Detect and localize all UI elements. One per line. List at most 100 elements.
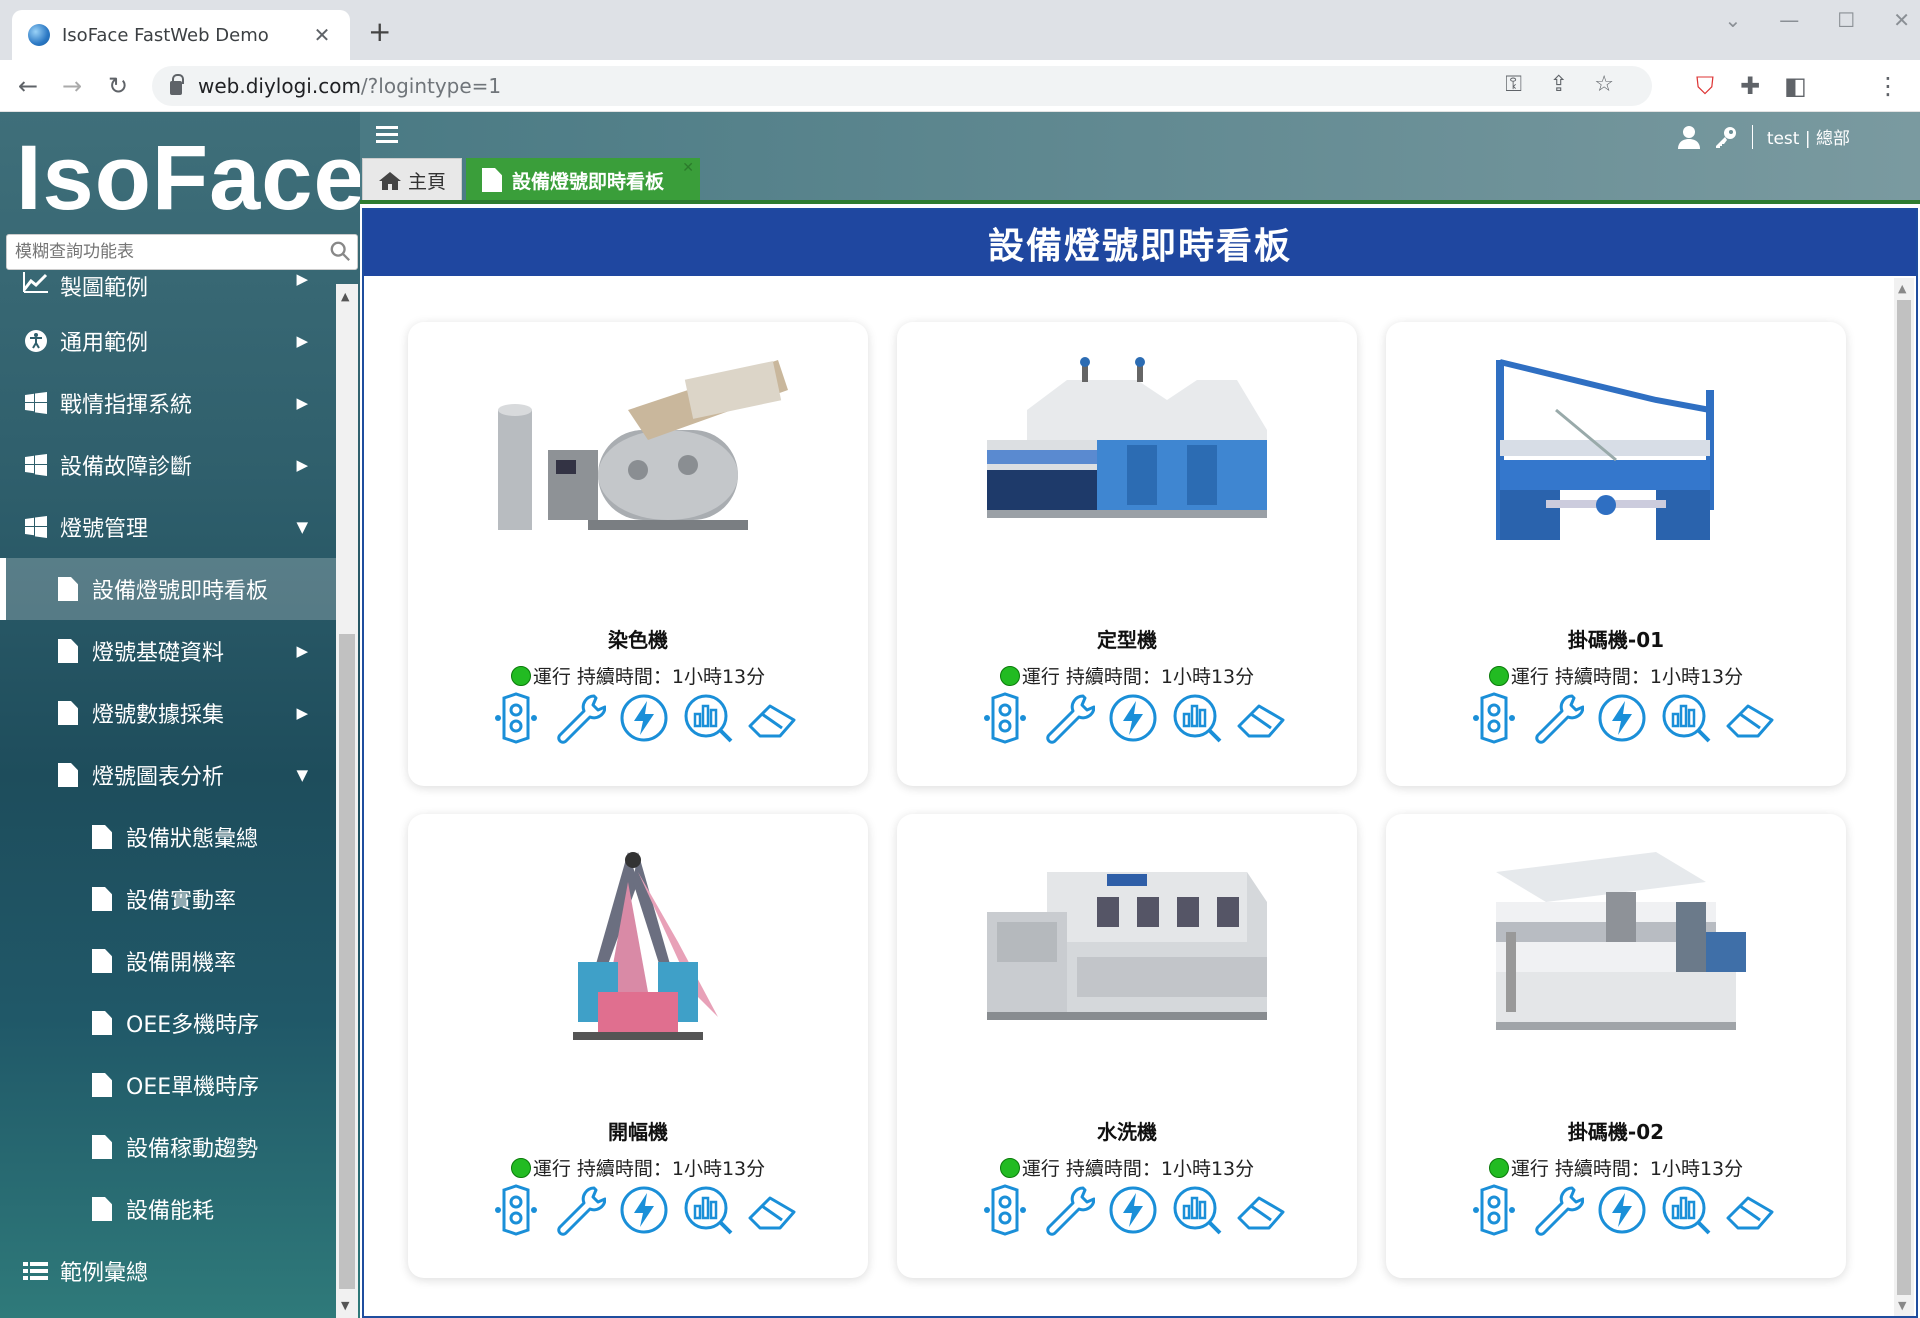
- power-bolt-icon[interactable]: [1596, 692, 1648, 744]
- sidebar-item-light-management[interactable]: 燈號管理 ▼: [0, 496, 336, 558]
- sidebar-item-light-chart-analysis[interactable]: 燈號圖表分析 ▼: [0, 744, 336, 806]
- machine-card[interactable]: 開幅機 運行 持續時間：1小時13分: [408, 814, 868, 1278]
- hamburger-menu-icon[interactable]: [376, 126, 398, 144]
- scroll-down-arrow-icon[interactable]: ▼: [341, 1299, 349, 1312]
- browser-tab[interactable]: IsoFace FastWeb Demo ✕: [12, 10, 350, 60]
- user-label[interactable]: test | 總部: [1767, 124, 1850, 149]
- scroll-up-arrow-icon[interactable]: ▲: [1898, 282, 1906, 295]
- key-icon[interactable]: [1714, 125, 1738, 149]
- gear-chain-icon[interactable]: [979, 692, 1031, 744]
- sidebar-item-label: 設備故障診斷: [60, 455, 193, 480]
- gear-chain-icon[interactable]: [979, 1184, 1031, 1236]
- power-bolt-icon[interactable]: [1596, 1184, 1648, 1236]
- sidebar-item-example-summary[interactable]: 範例彙總: [0, 1240, 336, 1302]
- chart-analysis-icon[interactable]: [682, 692, 734, 744]
- caret-right-icon: ▶: [296, 332, 308, 350]
- minimize-icon[interactable]: —: [1779, 8, 1799, 32]
- sidebar-scrollbar[interactable]: ▲ ▼: [336, 284, 358, 1318]
- search-icon[interactable]: [329, 240, 351, 262]
- chart-analysis-icon[interactable]: [682, 1184, 734, 1236]
- gear-chain-icon[interactable]: [490, 1184, 542, 1236]
- eraser-icon[interactable]: [1235, 1184, 1287, 1236]
- sidebar-item-power-on-rate[interactable]: 設備開機率: [0, 930, 336, 992]
- key-icon[interactable]: ⚿: [1505, 72, 1522, 97]
- scroll-down-arrow-icon[interactable]: ▼: [1898, 1299, 1906, 1312]
- sidebar-item-command-system[interactable]: 戰情指揮系統 ▶: [0, 372, 336, 434]
- sidebar-item-realtime-board[interactable]: 設備燈號即時看板: [0, 558, 336, 620]
- wrench-icon[interactable]: [1043, 1184, 1095, 1236]
- eraser-icon[interactable]: [746, 1184, 798, 1236]
- sidebar-item-fault-diagnosis[interactable]: 設備故障診斷 ▶: [0, 434, 336, 496]
- sidebar-menu: 製圖範例 ▶ 通用範例 ▶ 戰情指揮系統 ▶ 設備故障診斷 ▶ 燈號管理 ▼ 設備燈號即時…: [0, 270, 336, 1302]
- share-icon[interactable]: ⇪: [1550, 72, 1568, 97]
- chart-analysis-icon[interactable]: [1171, 692, 1223, 744]
- machine-name: 水洗機: [1097, 1120, 1157, 1144]
- sidebar-item-label: 設備實動率: [126, 889, 237, 914]
- gear-chain-icon[interactable]: [1468, 692, 1520, 744]
- close-tab-icon[interactable]: ✕: [682, 160, 694, 176]
- eraser-icon[interactable]: [746, 692, 798, 744]
- sidebar-item-activity-trend[interactable]: 設備稼動趨勢: [0, 1116, 336, 1178]
- menu-search-input[interactable]: [7, 235, 307, 269]
- caret-right-icon: ▶: [296, 270, 308, 288]
- wrench-icon[interactable]: [554, 1184, 606, 1236]
- forward-icon[interactable]: →: [62, 70, 82, 102]
- status-light: [999, 1157, 1020, 1178]
- wrench-icon[interactable]: [1532, 692, 1584, 744]
- maximize-icon[interactable]: ☐: [1837, 8, 1855, 32]
- address-bar[interactable]: web.diylogi.com/?logintype=1 ⚿ ⇪ ☆: [152, 66, 1652, 106]
- wrench-icon[interactable]: [554, 692, 606, 744]
- sidebar-item-light-data-collection[interactable]: 燈號數據採集 ▶: [0, 682, 336, 744]
- machine-card[interactable]: 水洗機 運行 持續時間：1小時13分: [897, 814, 1357, 1278]
- new-tab-button[interactable]: +: [368, 18, 391, 46]
- wrench-icon[interactable]: [1532, 1184, 1584, 1236]
- power-bolt-icon[interactable]: [618, 692, 670, 744]
- machine-card[interactable]: 定型機 運行 持續時間：1小時13分: [897, 322, 1357, 786]
- sidebar-item-oee-single[interactable]: OEE單機時序: [0, 1054, 336, 1116]
- reload-icon[interactable]: ↻: [108, 70, 128, 102]
- gear-chain-icon[interactable]: [490, 692, 542, 744]
- sidebar-item-general-examples[interactable]: 通用範例 ▶: [0, 310, 336, 372]
- back-icon[interactable]: ←: [18, 70, 38, 102]
- sidebar-item-light-basic-data[interactable]: 燈號基礎資料 ▶: [0, 620, 336, 682]
- document-icon: [92, 887, 112, 911]
- content-scrollbar[interactable]: ▲ ▼: [1894, 278, 1914, 1316]
- eraser-icon[interactable]: [1235, 692, 1287, 744]
- power-bolt-icon[interactable]: [618, 1184, 670, 1236]
- more-menu-icon[interactable]: ⋮: [1876, 70, 1900, 102]
- chart-analysis-icon[interactable]: [1660, 1184, 1712, 1236]
- page-tabs: 主頁 設備燈號即時看板 ✕: [362, 158, 700, 202]
- star-icon[interactable]: ☆: [1594, 72, 1614, 97]
- sidebar-item-status-summary[interactable]: 設備狀態彙總: [0, 806, 336, 868]
- scroll-up-arrow-icon[interactable]: ▲: [341, 290, 349, 303]
- side-panel-icon[interactable]: ◧: [1784, 70, 1807, 102]
- gear-chain-icon[interactable]: [1468, 1184, 1520, 1236]
- content-scroll-thumb[interactable]: [1897, 300, 1911, 1295]
- tab-home[interactable]: 主頁: [362, 158, 462, 202]
- eraser-icon[interactable]: [1724, 692, 1776, 744]
- extension-shield-icon[interactable]: ⛉: [1696, 70, 1714, 102]
- power-bolt-icon[interactable]: [1107, 1184, 1159, 1236]
- machine-card[interactable]: 染色機 運行 持續時間：1小時13分: [408, 322, 868, 786]
- user-icon[interactable]: [1677, 125, 1700, 149]
- power-bolt-icon[interactable]: [1107, 692, 1159, 744]
- chart-analysis-icon[interactable]: [1660, 692, 1712, 744]
- tab-realtime-board[interactable]: 設備燈號即時看板 ✕: [466, 158, 700, 202]
- washing-machine-image: [987, 872, 1267, 1020]
- sidebar-item-utilization-rate[interactable]: 設備實動率: [0, 868, 336, 930]
- lock-icon[interactable]: [170, 74, 184, 95]
- chart-analysis-icon[interactable]: [1171, 1184, 1223, 1236]
- sidebar-scroll-thumb[interactable]: [339, 634, 355, 1289]
- close-tab-icon[interactable]: ✕: [310, 23, 334, 47]
- machine-card[interactable]: 掛碼機-02 運行 持續時間：1小時13分: [1386, 814, 1846, 1278]
- sidebar-item-oee-multi[interactable]: OEE多機時序: [0, 992, 336, 1054]
- sidebar-item-chart-examples[interactable]: 製圖範例 ▶: [0, 270, 336, 310]
- extensions-puzzle-icon[interactable]: ✚: [1740, 70, 1760, 102]
- wrench-icon[interactable]: [1043, 692, 1095, 744]
- sidebar-item-energy[interactable]: 設備能耗: [0, 1178, 336, 1240]
- machine-card[interactable]: 掛碼機-01 運行 持續時間：1小時13分: [1386, 322, 1846, 786]
- close-window-icon[interactable]: ✕: [1893, 8, 1910, 32]
- machine-name: 染色機: [608, 628, 668, 652]
- eraser-icon[interactable]: [1724, 1184, 1776, 1236]
- tab-search-icon[interactable]: ⌄: [1725, 8, 1742, 32]
